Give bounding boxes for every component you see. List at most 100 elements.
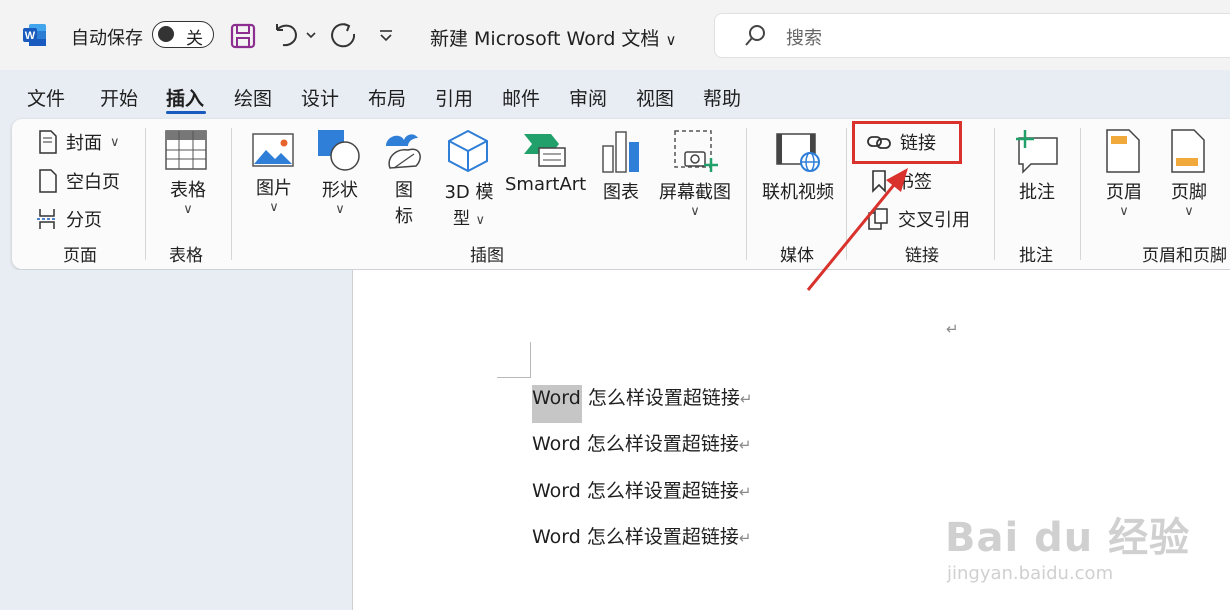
smartart-label: SmartArt [505,174,587,195]
group-separator [746,128,747,260]
group-separator [145,128,146,260]
3d-models-button[interactable]: 3D 模 型 ∨ [444,128,494,229]
tab-review[interactable]: 审阅 [569,84,607,111]
group-label-table: 表格 [169,246,203,266]
paragraph-mark: ↵ [946,320,959,338]
search-icon [745,25,765,46]
shapes-icon [318,130,360,171]
picture-icon [252,133,294,167]
customize-toolbar-icon[interactable] [374,20,402,50]
line-text: 怎么样设置超链接 [580,433,739,455]
document-line[interactable]: Word 怎么样设置超链接↵ [532,476,751,503]
pictures-label: 图片 [256,178,292,199]
line-text: 怎么样设置超链接 [581,387,740,409]
autosave-label: 自动保存 [71,28,143,49]
cover-page-label: 封面 [66,133,102,154]
new-comment-button[interactable]: 批注 [1013,128,1061,204]
comment-icon [1016,130,1058,174]
document-line[interactable]: Word 怎么样设置超链接↵ [532,522,751,549]
paragraph-mark: ↵ [738,483,752,501]
chart-label: 图表 [603,182,639,203]
blank-page-icon [39,169,57,193]
line-word: Word [532,433,581,455]
screenshot-button[interactable]: 屏幕截图 ∨ [657,128,733,219]
watermark-url: jingyan.baidu.com [947,563,1114,584]
tab-file[interactable]: 文件 [27,84,65,111]
header-label: 页眉 [1106,182,1142,203]
save-icon[interactable] [229,20,257,50]
footer-label: 页脚 [1171,182,1207,203]
cover-page-button[interactable]: 封面 ∨ [38,129,120,155]
annotation-arrow [806,168,908,291]
icons-label-1: 图 [395,180,413,201]
paragraph-mark: ↵ [738,436,752,454]
chevron-down-icon: ∨ [1184,204,1194,219]
page-break-button[interactable]: 分页 [36,206,102,232]
tab-view[interactable]: 视图 [636,84,674,111]
svg-text:W: W [25,30,36,42]
tab-home[interactable]: 开始 [100,84,138,111]
tab-help[interactable]: 帮助 [703,84,741,111]
chevron-down-icon: ∨ [335,202,345,217]
group-label-comments: 批注 [1019,246,1053,266]
chevron-down-icon: ∨ [183,202,193,217]
undo-icon[interactable] [271,20,317,50]
blank-page-label: 空白页 [66,172,120,193]
redo-icon[interactable] [329,20,357,50]
page-break-icon [37,209,57,229]
autosave-toggle[interactable]: 关 [152,21,214,49]
tab-references[interactable]: 引用 [435,84,473,111]
document-title-text: 新建 Microsoft Word 文档 [430,28,660,50]
screenshot-label: 屏幕截图 [659,182,731,203]
chart-button[interactable]: 图表 [601,128,641,204]
tab-design[interactable]: 设计 [301,84,339,111]
watermark-brand: Bai du 经验 [945,515,1191,561]
smartart-icon [524,134,566,167]
pictures-button[interactable]: 图片 ∨ [251,130,297,215]
tab-mailings[interactable]: 邮件 [502,84,540,111]
margin-mark-horizontal [497,377,531,378]
tab-insert[interactable]: 插入 [166,84,204,111]
chevron-down-icon: ∨ [665,31,677,49]
line-text: 怎么样设置超链接 [580,480,739,502]
comment-label: 批注 [1019,182,1055,203]
table-label: 表格 [170,180,206,201]
3d-models-label-2-text: 型 [453,209,471,229]
document-title[interactable]: 新建 Microsoft Word 文档 ∨ [430,24,676,51]
highlight-box [852,121,962,164]
word-icon[interactable]: W [22,22,48,48]
search-input[interactable]: 搜索 [786,24,822,50]
header-button[interactable]: 页眉 ∨ [1103,128,1145,219]
screenshot-icon [674,130,718,172]
table-icon [165,130,207,170]
shapes-button[interactable]: 形状 ∨ [316,128,364,217]
chevron-down-icon: ∨ [1119,204,1129,219]
group-label-pages: 页面 [63,246,97,266]
tab-draw[interactable]: 绘图 [234,84,272,111]
icons-icon [386,134,421,169]
toggle-knob [158,26,174,42]
baidu-watermark: Bai du 经验 jingyan.baidu.com [945,505,1190,584]
icons-button[interactable]: 图 标 [382,128,426,228]
chevron-down-icon: ∨ [690,204,700,219]
margin-mark-vertical [530,342,531,378]
table-button[interactable]: 表格 ∨ [163,128,213,217]
paragraph-mark: ↵ [738,529,752,547]
document-line[interactable]: Word 怎么样设置超链接↵ [532,429,751,456]
3d-models-label-1: 3D 模 [444,182,494,203]
footer-button[interactable]: 页脚 ∨ [1168,128,1210,219]
smartart-button[interactable]: SmartArt [505,130,587,195]
group-separator [1080,128,1081,260]
footer-icon [1171,129,1205,173]
paragraph-mark: ↵ [739,390,753,408]
page-break-label: 分页 [66,210,102,231]
group-label-illustrations: 插图 [470,246,504,266]
document-line[interactable]: Word 怎么样设置超链接↵ [532,383,753,423]
3d-models-label-2: 型 ∨ [444,204,494,229]
group-separator [231,128,232,260]
line-text: 怎么样设置超链接 [580,526,739,548]
tab-layout[interactable]: 布局 [368,84,406,111]
chevron-down-icon: ∨ [110,134,120,150]
blank-page-button[interactable]: 空白页 [38,168,120,194]
cover-page-icon [39,130,57,154]
